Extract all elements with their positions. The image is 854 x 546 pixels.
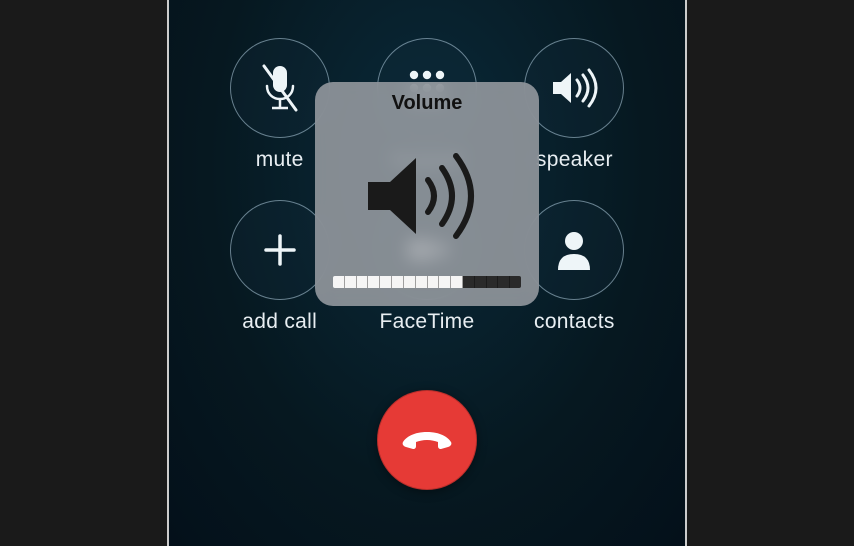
speaker-control: speaker bbox=[524, 38, 624, 172]
volume-segment bbox=[463, 276, 475, 288]
volume-level-bar bbox=[333, 276, 521, 288]
volume-segment bbox=[357, 276, 369, 288]
volume-segment bbox=[439, 276, 451, 288]
volume-segment bbox=[392, 276, 404, 288]
volume-segment bbox=[475, 276, 487, 288]
end-call-button[interactable] bbox=[377, 390, 477, 490]
add-call-label: add call bbox=[242, 310, 317, 334]
volume-icon-wrap bbox=[362, 115, 492, 276]
volume-segment bbox=[404, 276, 416, 288]
volume-segment bbox=[487, 276, 499, 288]
volume-segment bbox=[368, 276, 380, 288]
mic-mute-icon bbox=[258, 62, 302, 114]
plus-icon bbox=[260, 230, 300, 270]
contacts-label: contacts bbox=[534, 310, 615, 334]
volume-speaker-icon bbox=[362, 146, 492, 246]
speaker-button[interactable] bbox=[524, 38, 624, 138]
volume-segment bbox=[345, 276, 357, 288]
volume-title: Volume bbox=[392, 92, 463, 115]
volume-segment bbox=[380, 276, 392, 288]
volume-hud: Volume bbox=[315, 82, 539, 306]
contacts-button[interactable] bbox=[524, 200, 624, 300]
volume-segment bbox=[451, 276, 463, 288]
speaker-icon bbox=[549, 67, 599, 109]
volume-segment bbox=[416, 276, 428, 288]
volume-segment bbox=[428, 276, 440, 288]
volume-segment bbox=[333, 276, 345, 288]
contact-icon bbox=[554, 228, 594, 272]
facetime-label: FaceTime bbox=[379, 310, 474, 334]
speaker-label: speaker bbox=[536, 148, 613, 172]
volume-segment bbox=[498, 276, 510, 288]
phone-call-screen: mute keypad bbox=[167, 0, 687, 546]
hangup-icon bbox=[400, 429, 454, 451]
end-call-row bbox=[169, 390, 685, 490]
mute-label: mute bbox=[256, 148, 304, 172]
volume-segment bbox=[510, 276, 521, 288]
contacts-control: contacts bbox=[524, 200, 624, 334]
